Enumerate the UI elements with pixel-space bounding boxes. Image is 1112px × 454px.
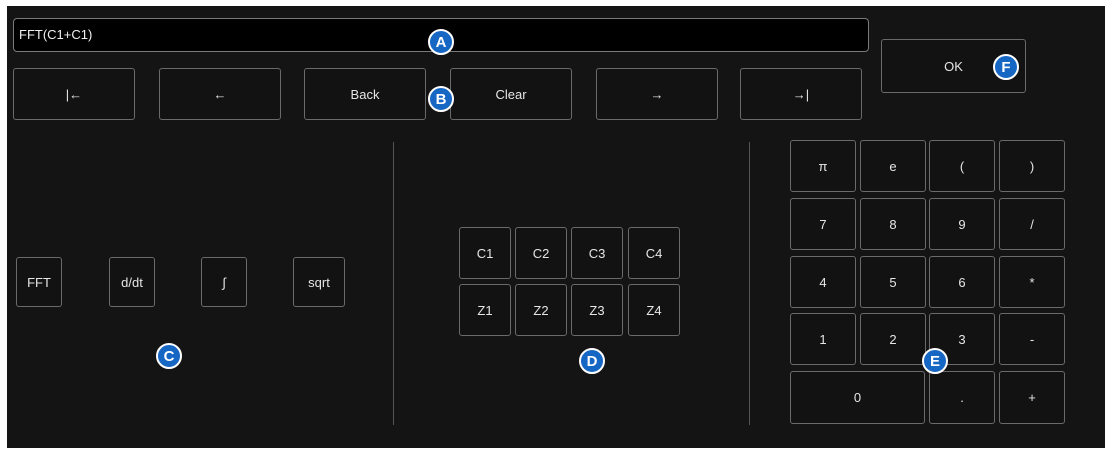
key-plus[interactable]: + [999,371,1065,424]
source-z2-button[interactable]: Z2 [515,284,567,336]
key-pi[interactable]: π [790,140,856,192]
function-integral-button[interactable]: ∫ [201,257,247,307]
key-6[interactable]: 6 [929,256,995,308]
key-open-paren[interactable]: ( [929,140,995,192]
key-2[interactable]: 2 [860,313,926,365]
function-sqrt-button[interactable]: sqrt [293,257,345,307]
section-divider [749,142,750,425]
cursor-home-button[interactable]: |← [13,68,135,120]
key-0[interactable]: 0 [790,371,925,424]
key-1[interactable]: 1 [790,313,856,365]
cursor-left-button[interactable]: ← [159,68,281,120]
key-5[interactable]: 5 [860,256,926,308]
source-z1-button[interactable]: Z1 [459,284,511,336]
key-9[interactable]: 9 [929,198,995,250]
key-divide[interactable]: / [999,198,1065,250]
callout-d-badge: D [579,348,605,374]
formula-editor-panel: FFT(C1+C1) |← ← Back Clear → →| OK FFT d… [7,6,1105,448]
source-c1-button[interactable]: C1 [459,227,511,279]
key-4[interactable]: 4 [790,256,856,308]
section-divider [393,142,394,425]
source-z3-button[interactable]: Z3 [571,284,623,336]
callout-c-badge: C [156,343,182,369]
key-minus[interactable]: - [999,313,1065,365]
callout-f-badge: F [993,54,1019,80]
callout-e-badge: E [922,348,948,374]
source-c4-button[interactable]: C4 [628,227,680,279]
key-close-paren[interactable]: ) [999,140,1065,192]
callout-b-badge: B [428,86,454,112]
cursor-right-button[interactable]: → [596,68,718,120]
cursor-end-button[interactable]: →| [740,68,862,120]
key-7[interactable]: 7 [790,198,856,250]
key-8[interactable]: 8 [860,198,926,250]
key-decimal[interactable]: . [929,371,995,424]
source-c2-button[interactable]: C2 [515,227,567,279]
source-z4-button[interactable]: Z4 [628,284,680,336]
key-multiply[interactable]: * [999,256,1065,308]
key-e[interactable]: e [860,140,926,192]
callout-a-badge: A [428,29,454,55]
backspace-button[interactable]: Back [304,68,426,120]
source-c3-button[interactable]: C3 [571,227,623,279]
function-derivative-button[interactable]: d/dt [109,257,155,307]
clear-button[interactable]: Clear [450,68,572,120]
function-fft-button[interactable]: FFT [16,257,62,307]
